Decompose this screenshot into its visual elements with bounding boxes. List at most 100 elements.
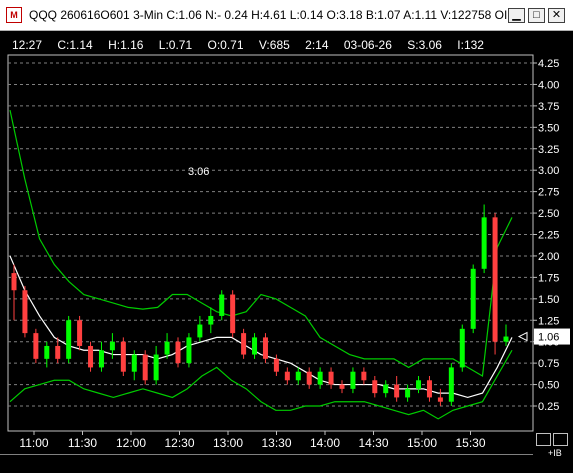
title-bar: M QQQ 260616O601 3-Min C:1.06 N:- 0.24 H… [0,0,573,31]
candle-down [273,358,279,372]
info-volume: V:685 [258,38,290,52]
candle-up [66,320,72,359]
info-i: I:132 [457,38,484,52]
candle-up [317,371,323,385]
candle-up [131,354,137,372]
candle-up [295,371,301,381]
x-tick-label: 13:30 [261,436,291,450]
candle-down [394,384,400,398]
candle-down [426,380,432,398]
horizontal-scrollbar[interactable] [0,454,533,473]
candle-down [328,371,334,385]
x-tick-label: 15:00 [407,436,437,450]
y-tick-label: 3.50 [538,122,559,134]
y-tick-label: 1.50 [538,294,559,306]
y-tick-label: 0.25 [538,401,559,413]
upper-band-line [9,110,513,377]
info-duration: 2:14 [305,38,329,52]
y-tick-label: 3.00 [538,165,559,177]
y-tick-label: 0.75 [538,358,559,370]
info-high: H:1.16 [108,38,144,52]
info-close: C:1.14 [57,38,93,52]
candle-down [339,384,345,389]
chart-area[interactable]: 4.25 4.00 3.75 3.50 3.25 3.00 2.75 2.50 2.25 2.00… [0,31,573,473]
ib-label: +IB [548,448,562,458]
candle-up [153,354,159,381]
candle-up [383,384,389,394]
candle-up [98,350,104,368]
x-tick-label: 11:30 [68,436,97,450]
candle-down [22,290,28,334]
window-title: QQQ 260616O601 3-Min C:1.06 N:- 0.24 H:4… [29,8,518,22]
candle-up [416,380,422,389]
bar-info-line: 12:27 C:1.14 H:1.16 L:0.71 O:0.71 V:685 … [12,38,496,52]
y-tick-label: 1.25 [538,315,559,327]
x-tick-label: 14:30 [358,436,388,450]
candle-down [77,320,83,346]
y-tick-label: 2.25 [538,230,559,242]
x-tick-label: 11:00 [19,436,48,450]
price-pointer-icon [517,331,528,342]
candle-up [186,337,192,364]
x-tick-label: 12:00 [116,436,146,450]
zoom-in-button[interactable] [536,433,551,446]
y-tick-label: 2.00 [538,251,559,263]
info-date: 03-06-26 [343,38,392,52]
app-icon: M [6,7,22,23]
candle-up [208,315,214,325]
y-tick-label: 1.75 [538,272,559,284]
y-tick-label: 0.50 [538,380,559,392]
zoom-out-button[interactable] [553,433,568,446]
candle-down [492,217,498,342]
candle-up [252,337,258,355]
candle-up [219,294,225,316]
x-tick-label: 14:00 [310,436,340,450]
x-tick-label: 15:30 [455,436,485,450]
candle-down [11,273,17,291]
minimize-button[interactable]: ▁ [508,8,525,23]
candle-down [88,345,94,368]
price-chart[interactable]: 4.25 4.00 3.75 3.50 3.25 3.00 2.75 2.50 2.25 2.00… [0,31,573,473]
candle-up [448,367,454,402]
candle-down [241,333,247,355]
candle-down [120,341,126,372]
maximize-button[interactable]: □ [528,8,545,23]
candle-up [109,341,115,351]
candle-up [197,324,203,338]
candle-down [306,371,312,385]
chart-note: 3.06 [188,166,210,178]
info-s: S:3.06 [407,38,442,52]
candle-up [405,388,411,398]
plot-frame [7,54,534,432]
candle-down [33,333,39,359]
x-tick-label: 12:30 [164,436,194,450]
candle-up [164,341,170,355]
info-low: L:0.71 [158,38,193,52]
x-tick-label: 13:00 [213,436,243,450]
candle-down [372,380,378,394]
candle-down [262,337,268,359]
candle-up [481,217,487,269]
candle-down [55,345,61,359]
candle-up [459,328,465,368]
candle-up [350,371,356,389]
info-time: 12:27 [12,38,43,52]
candle-up [44,345,50,359]
candle-up [503,336,509,342]
y-tick-label: 4.25 [538,58,559,70]
candle-down [175,341,181,364]
y-tick-label: 4.00 [538,79,559,91]
y-tick-label: 2.50 [538,208,559,220]
current-price-label: 1.06 [538,332,559,344]
candle-down [230,294,236,334]
candle-up [470,268,476,329]
candle-down [142,354,148,381]
candle-down [284,371,290,381]
y-tick-label: 3.25 [538,144,559,156]
candle-down [437,397,443,402]
y-tick-label: 2.75 [538,187,559,199]
close-button[interactable]: ✕ [548,8,565,23]
candle-down [361,371,367,381]
y-tick-label: 3.75 [538,101,559,113]
info-open: O:0.71 [207,38,244,52]
